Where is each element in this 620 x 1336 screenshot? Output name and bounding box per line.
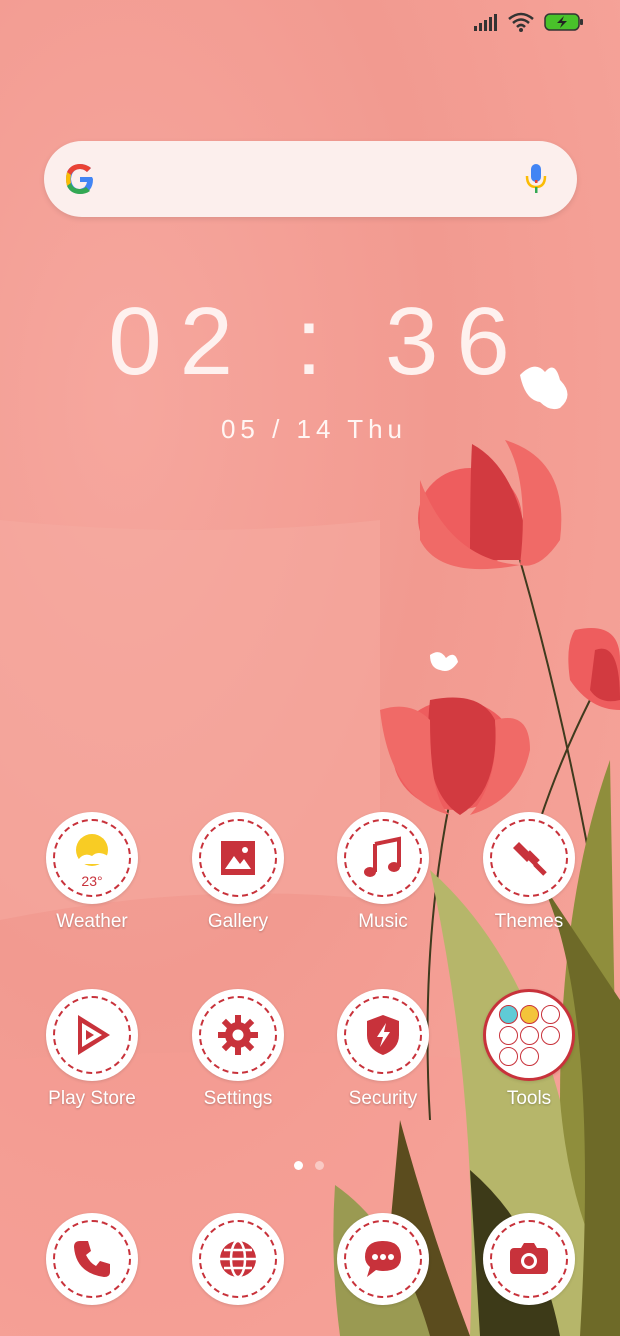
themes-icon [483, 812, 575, 904]
weather-temp: 23° [81, 873, 103, 889]
app-weather[interactable]: 23° Weather [37, 812, 147, 933]
phone-icon [46, 1213, 138, 1305]
page-dot-active [294, 1161, 303, 1170]
browser-icon [192, 1213, 284, 1305]
dock-browser[interactable] [183, 1213, 293, 1305]
clock-time: 02 : 36 [108, 288, 528, 395]
app-gallery[interactable]: Gallery [183, 812, 293, 933]
mic-icon[interactable] [525, 163, 547, 195]
signal-icon [474, 14, 497, 31]
music-icon [337, 812, 429, 904]
page-indicator [294, 1161, 324, 1170]
battery-charging-icon [544, 13, 583, 31]
app-label: Gallery [207, 911, 269, 932]
security-icon [337, 989, 429, 1081]
clock-widget[interactable]: 02 : 36 05 / 14 Thu [0, 292, 620, 445]
play-store-icon [46, 989, 138, 1081]
folder-tools[interactable]: Tools [474, 989, 584, 1110]
dock-camera[interactable] [474, 1213, 584, 1305]
app-themes[interactable]: Themes [474, 812, 584, 933]
settings-icon [192, 989, 284, 1081]
weather-icon: 23° [46, 812, 138, 904]
app-security[interactable]: Security [328, 989, 438, 1110]
app-label: Play Store [48, 1088, 136, 1109]
app-play-store[interactable]: Play Store [37, 989, 147, 1110]
messages-icon [337, 1213, 429, 1305]
dock-messages[interactable] [328, 1213, 438, 1305]
search-bar[interactable] [44, 141, 577, 217]
status-bar [474, 12, 584, 32]
dock-phone[interactable] [37, 1213, 147, 1305]
app-label: Music [358, 911, 408, 932]
clock-date: 05 / 14 Thu [220, 414, 408, 444]
wifi-icon [508, 12, 534, 32]
camera-icon [483, 1213, 575, 1305]
app-label: Security [348, 1088, 418, 1109]
app-label: Tools [506, 1088, 552, 1109]
app-label: Settings [203, 1088, 273, 1109]
app-label: Themes [494, 911, 564, 932]
app-label: Weather [56, 911, 128, 932]
app-music[interactable]: Music [328, 812, 438, 933]
folder-icon [483, 989, 575, 1081]
page-dot[interactable] [315, 1161, 324, 1170]
google-logo-icon [66, 164, 93, 194]
gallery-icon [192, 812, 284, 904]
app-settings[interactable]: Settings [183, 989, 293, 1110]
